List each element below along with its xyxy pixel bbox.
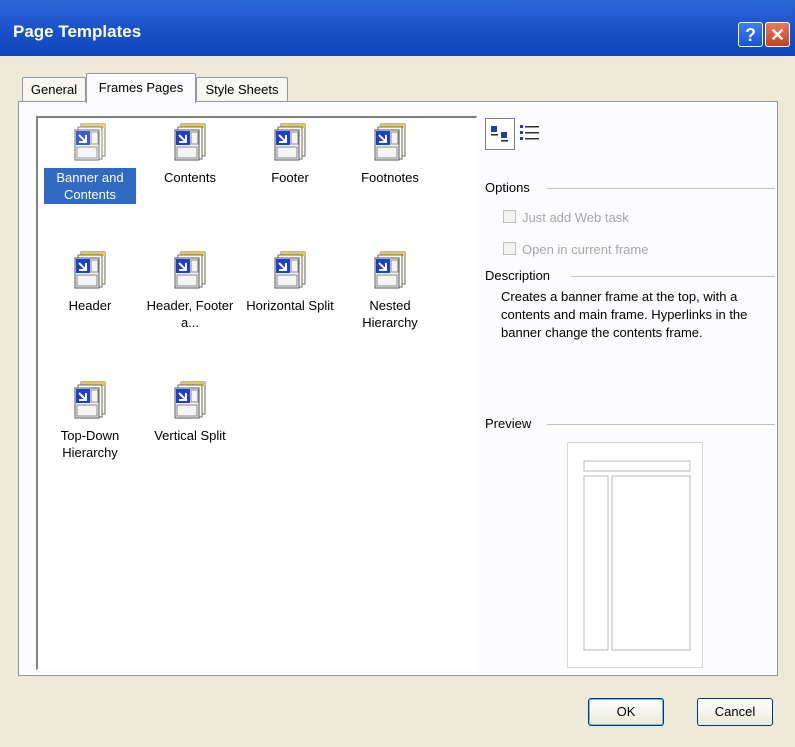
close-button[interactable]: ✕: [765, 22, 790, 47]
frames-page-icon: [173, 250, 207, 290]
checkbox-box: [503, 210, 516, 223]
frames-page-icon: [273, 250, 307, 290]
checkbox-box: [503, 242, 516, 255]
frames-page-icon: [173, 122, 207, 162]
options-divider: [547, 188, 775, 189]
template-label: Top-Down Hierarchy: [60, 428, 120, 460]
template-horizontal-split[interactable]: Horizontal Split: [244, 250, 336, 315]
large-icons-icon: [491, 126, 508, 142]
template-footer[interactable]: Footer: [244, 122, 336, 187]
dialog-body: General Frames Pages Style Sheets Banner…: [0, 56, 795, 747]
frames-layout-diagram: [583, 460, 691, 651]
template-contents[interactable]: Contents: [144, 122, 236, 187]
window-title: Page Templates: [13, 22, 142, 41]
template-label: Header: [68, 298, 112, 313]
template-nested-hierarchy[interactable]: Nested Hierarchy: [344, 250, 436, 332]
description-group: Description: [485, 268, 775, 283]
tab-frames-pages[interactable]: Frames Pages: [86, 73, 196, 103]
view-mode-buttons: [485, 118, 549, 150]
description-text: Creates a banner frame at the top, with …: [501, 289, 748, 340]
template-banner-and-contents[interactable]: Banner and Contents: [44, 122, 136, 204]
template-label: Contents: [163, 170, 217, 185]
layout-preview: [567, 442, 703, 668]
checkbox-label: Open in current frame: [522, 242, 649, 257]
template-header-footer[interactable]: Header, Footer a...: [144, 250, 236, 332]
frames-page-icon: [373, 250, 407, 290]
frames-page-icon: [73, 380, 107, 420]
template-footnotes[interactable]: Footnotes: [344, 122, 436, 187]
checkbox-label: Just add Web task: [522, 210, 629, 225]
tab-style-sheets[interactable]: Style Sheets: [196, 77, 288, 101]
template-vertical-split[interactable]: Vertical Split: [144, 380, 236, 445]
preview-group: Preview: [485, 416, 775, 431]
frames-page-icon: [173, 380, 207, 420]
frames-page-icon: [73, 250, 107, 290]
frames-page-icon: [73, 122, 107, 162]
template-label: Footer: [271, 170, 309, 185]
template-label: Banner and Contents: [44, 168, 136, 204]
open-in-current-frame-checkbox[interactable]: Open in current frame: [503, 242, 648, 257]
tab-general[interactable]: General: [22, 77, 86, 101]
details-list-icon: [520, 125, 539, 140]
just-add-web-task-checkbox[interactable]: Just add Web task: [503, 210, 629, 225]
template-top-down-hierarchy[interactable]: Top-Down Hierarchy: [44, 380, 136, 462]
options-group: Options: [485, 180, 775, 195]
description-divider: [571, 276, 775, 277]
template-list[interactable]: Banner and Contents Contents Footer Foot…: [36, 116, 477, 670]
preview-heading: Preview: [485, 416, 532, 431]
description-heading: Description: [485, 268, 551, 283]
ok-button[interactable]: OK: [588, 698, 664, 726]
template-label: Footnotes: [361, 170, 419, 185]
template-label: Vertical Split: [154, 428, 226, 443]
tab-panel: Banner and Contents Contents Footer Foot…: [18, 101, 778, 676]
large-icons-view-button[interactable]: [485, 118, 515, 150]
preview-divider: [547, 424, 775, 425]
template-label: Header, Footer a...: [146, 298, 234, 330]
template-label: Horizontal Split: [246, 298, 334, 313]
cancel-button[interactable]: Cancel: [697, 698, 773, 726]
frames-page-icon: [273, 122, 307, 162]
template-label: Nested Hierarchy: [362, 298, 418, 330]
options-heading: Options: [485, 180, 530, 195]
help-button[interactable]: ?: [738, 22, 763, 47]
template-header[interactable]: Header: [44, 250, 136, 315]
frames-page-icon: [373, 122, 407, 162]
details-view-button[interactable]: [517, 118, 547, 150]
